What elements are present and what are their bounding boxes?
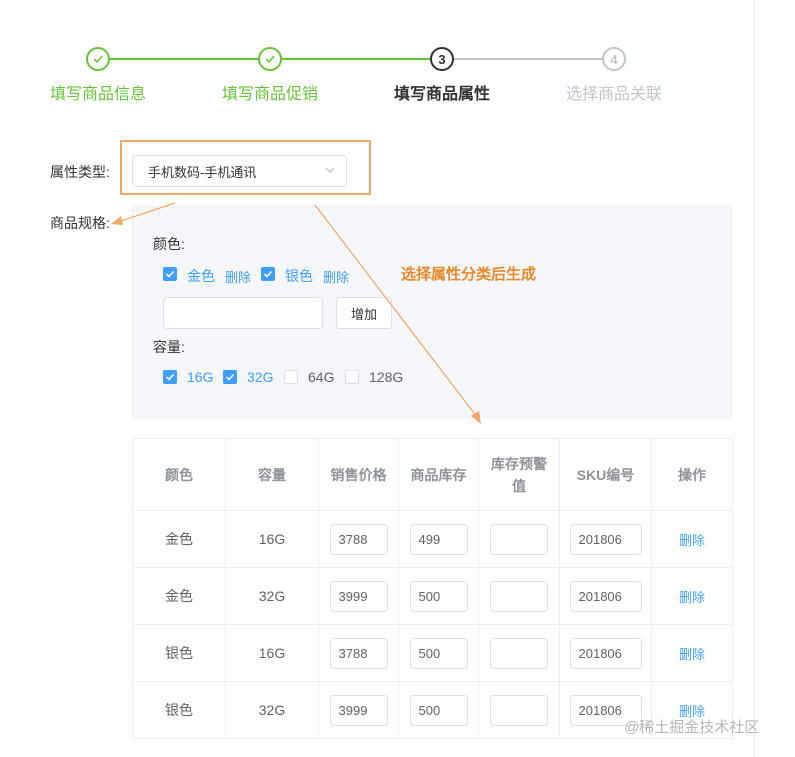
- sku-table: 颜色 容量 销售价格 商品库存 库存预警值 SKU编号 操作 金色 16G 37…: [132, 438, 733, 739]
- sku-input[interactable]: 201806: [569, 580, 642, 612]
- color-gold-text: 金色: [187, 268, 215, 284]
- capacity-32g-text: 32G: [247, 369, 274, 385]
- attr-type-value: 手机数码-手机通讯: [148, 164, 257, 180]
- cell-capacity: 32G: [225, 681, 319, 739]
- stock-warning-input[interactable]: [490, 580, 548, 612]
- color-gold-checkbox[interactable]: [163, 267, 177, 281]
- step-2-check-icon: [258, 47, 282, 71]
- price-input[interactable]: 3999: [329, 694, 388, 726]
- stock-input[interactable]: 499: [409, 523, 468, 555]
- step-4-number: 4: [602, 47, 626, 71]
- row-delete-link[interactable]: 删除: [679, 533, 705, 548]
- stock-input[interactable]: 500: [409, 694, 468, 726]
- stock-input[interactable]: 500: [409, 580, 468, 612]
- cell-color: 金色: [132, 510, 226, 568]
- cell-color: 银色: [132, 624, 226, 682]
- capacity-16g-text: 16G: [187, 369, 214, 385]
- step-1-check-icon: [86, 47, 110, 71]
- cell-color: 金色: [132, 567, 226, 625]
- step-3-title: 填写商品属性: [394, 86, 491, 103]
- sku-table-header: 颜色 容量 销售价格 商品库存 库存预警值 SKU编号 操作: [132, 438, 733, 511]
- capacity-group-label: 容量:: [153, 339, 185, 355]
- step-4-title: 选择商品关联: [566, 86, 663, 103]
- attr-type-label: 属性类型:: [50, 164, 110, 180]
- header-action: 操作: [651, 438, 733, 511]
- stock-warning-input[interactable]: [490, 637, 548, 669]
- step-line-3: [454, 58, 602, 60]
- row-delete-link[interactable]: 删除: [679, 647, 705, 662]
- capacity-32g-checkbox[interactable]: [223, 370, 237, 384]
- steps-bar: 3 4 填写商品信息 填写商品促销 填写商品属性 选择商品关联: [0, 0, 754, 120]
- header-sku: SKU编号: [559, 438, 652, 511]
- step-line-1: [110, 58, 258, 60]
- price-input[interactable]: 3999: [329, 580, 388, 612]
- header-stock-warning: 库存预警值: [478, 438, 560, 511]
- table-row: 银色 16G 3788 500 201806 删除: [132, 624, 733, 682]
- step-2-title: 填写商品促销: [222, 86, 319, 103]
- watermark: @稀土掘金技术社区: [624, 719, 760, 736]
- color-silver-checkbox[interactable]: [261, 267, 275, 281]
- step-line-2: [282, 58, 430, 60]
- row-delete-link[interactable]: 删除: [679, 590, 705, 605]
- header-price: 销售价格: [318, 438, 399, 511]
- color-silver-text: 银色: [285, 268, 313, 284]
- color-group-label: 颜色:: [153, 236, 185, 252]
- annotation-text: 选择属性分类后生成: [401, 266, 537, 283]
- add-color-button[interactable]: 增加: [336, 297, 392, 329]
- sku-input[interactable]: 201806: [569, 523, 642, 555]
- spec-label: 商品规格:: [50, 215, 110, 231]
- header-stock: 商品库存: [398, 438, 479, 511]
- color-gold-delete-link[interactable]: 删除: [225, 267, 251, 286]
- capacity-128g-checkbox[interactable]: [345, 370, 359, 384]
- color-silver-delete-link[interactable]: 删除: [323, 267, 349, 286]
- price-input[interactable]: 3788: [329, 637, 388, 669]
- step-3-number: 3: [430, 47, 454, 71]
- header-capacity: 容量: [225, 438, 319, 511]
- capacity-16g-checkbox[interactable]: [163, 370, 177, 384]
- stock-input[interactable]: 500: [409, 637, 468, 669]
- chevron-down-icon: [324, 164, 336, 179]
- sku-input[interactable]: 201806: [569, 637, 642, 669]
- capacity-64g-text: 64G: [308, 369, 335, 385]
- step-1-title: 填写商品信息: [50, 86, 147, 103]
- cell-capacity: 16G: [225, 510, 319, 568]
- table-row: 金色 16G 3788 499 201806 删除: [132, 510, 733, 568]
- cell-capacity: 16G: [225, 624, 319, 682]
- scrollbar-edge: [754, 0, 755, 757]
- cell-color: 银色: [132, 681, 226, 739]
- header-color: 颜色: [132, 438, 226, 511]
- capacity-128g-text: 128G: [369, 369, 404, 385]
- stock-warning-input[interactable]: [490, 523, 548, 555]
- capacity-64g-checkbox[interactable]: [284, 370, 298, 384]
- price-input[interactable]: 3788: [329, 523, 388, 555]
- attr-type-select[interactable]: 手机数码-手机通讯: [132, 155, 347, 187]
- stock-warning-input[interactable]: [490, 694, 548, 726]
- new-color-input[interactable]: [163, 297, 323, 329]
- cell-capacity: 32G: [225, 567, 319, 625]
- table-row: 金色 32G 3999 500 201806 删除: [132, 567, 733, 625]
